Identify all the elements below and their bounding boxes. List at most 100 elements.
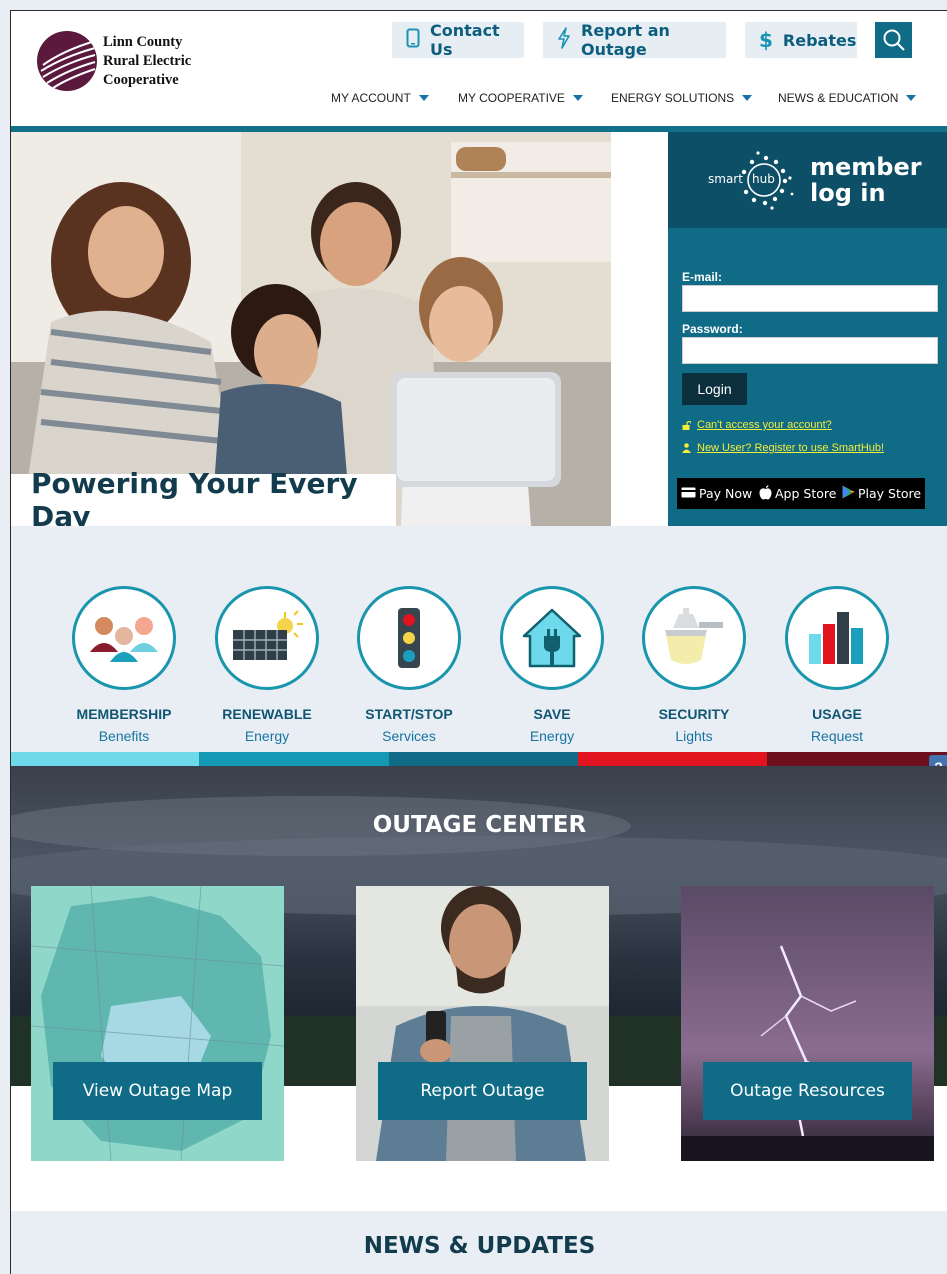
service-security[interactable]: SECURITY Lights <box>624 586 764 744</box>
caret-down-icon <box>418 95 429 101</box>
report-outage-card-button[interactable]: Report Outage <box>378 1062 587 1120</box>
service-title: SAVE <box>533 706 571 722</box>
service-subtitle: Energy <box>244 728 290 744</box>
app-store-label: App Store <box>775 486 837 501</box>
rebates-button[interactable]: $ Rebates <box>745 22 857 58</box>
people-icon <box>72 586 176 690</box>
nav-label: ENERGY SOLUTIONS <box>611 91 735 105</box>
color-stripe <box>11 752 947 766</box>
credit-card-icon <box>681 486 696 501</box>
outage-resources-card[interactable]: Outage Resources <box>681 886 934 1161</box>
report-outage-button[interactable]: Report an Outage <box>543 21 726 59</box>
cooperative-logo[interactable]: Linn County Rural Electric Cooperative <box>37 31 191 91</box>
smart-text: smart <box>708 172 743 186</box>
nav-label: MY COOPERATIVE <box>458 91 565 105</box>
service-usage[interactable]: USAGE Request <box>767 586 907 744</box>
service-start-stop[interactable]: START/STOP Services <box>339 586 479 744</box>
news-section: NEWS & UPDATES <box>11 1211 947 1274</box>
logo-mark-icon <box>37 31 97 91</box>
stripe-segment <box>578 752 767 766</box>
play-store-label: Play Store <box>858 486 922 501</box>
stripe-segment <box>389 752 578 766</box>
login-button[interactable]: Login <box>682 373 747 405</box>
bar-chart-icon <box>785 586 889 690</box>
hero-tagline: Powering Your Every Day <box>11 467 396 526</box>
password-label: Password: <box>682 322 743 336</box>
outage-map-card[interactable]: View Outage Map <box>31 886 284 1161</box>
services-section: MEMBERSHIP Benefits RENEWABLE Energy STA… <box>11 526 947 752</box>
view-outage-map-button[interactable]: View Outage Map <box>53 1062 262 1120</box>
service-subtitle: Services <box>382 728 436 744</box>
hero-image: Powering Your Every Day <box>11 132 611 526</box>
service-subtitle: Request <box>810 728 864 744</box>
logo-line-1: Linn County <box>103 33 183 50</box>
nav-my-account[interactable]: MY ACCOUNT <box>331 91 429 105</box>
news-title: NEWS & UPDATES <box>363 1233 596 1259</box>
register-label: New User? Register to use SmartHub! <box>697 442 885 454</box>
service-renewable[interactable]: RENEWABLE Energy <box>197 586 337 744</box>
service-title: USAGE <box>812 706 862 722</box>
caret-down-icon <box>572 95 583 101</box>
caret-down-icon <box>906 95 917 101</box>
logo-text: Linn County Rural Electric Cooperative <box>103 33 191 90</box>
user-icon <box>682 443 691 453</box>
email-label: E-mail: <box>682 270 723 284</box>
unlock-icon <box>682 420 691 430</box>
member-login-title: member log in <box>810 154 922 206</box>
login-header: smart hub member log in <box>668 132 947 228</box>
traffic-light-icon <box>357 586 461 690</box>
member-title-line-2: log in <box>810 179 886 207</box>
stripe-segment <box>11 752 199 766</box>
caret-down-icon <box>742 95 753 101</box>
stripe-segment <box>199 752 389 766</box>
app-store-button[interactable]: App Store <box>755 478 841 509</box>
lightning-icon <box>557 26 571 54</box>
phone-icon <box>406 28 420 53</box>
security-light-icon <box>642 586 746 690</box>
cant-access-label: Can't access your account? <box>697 419 832 431</box>
service-subtitle: Lights <box>675 728 713 744</box>
logo-line-3: Cooperative <box>103 71 179 88</box>
smarthub-logo: smart hub <box>708 150 796 210</box>
house-plug-icon <box>500 586 604 690</box>
member-title-line-1: member <box>810 153 922 181</box>
play-store-button[interactable]: Play Store <box>838 478 926 509</box>
contact-us-label: Contact Us <box>430 21 500 59</box>
page: Linn County Rural Electric Cooperative C… <box>10 10 947 1274</box>
nav-news-education[interactable]: NEWS & EDUCATION <box>778 91 917 105</box>
service-title: START/STOP <box>365 706 453 722</box>
register-link[interactable]: New User? Register to use SmartHub! <box>682 442 884 454</box>
service-title: MEMBERSHIP <box>76 706 172 722</box>
solar-panel-icon <box>215 586 319 690</box>
dollar-icon: $ <box>759 28 773 52</box>
report-outage-label: Report an Outage <box>581 21 670 59</box>
search-button[interactable] <box>875 22 912 58</box>
nav-label: NEWS & EDUCATION <box>778 91 899 105</box>
nav-energy-solutions[interactable]: ENERGY SOLUTIONS <box>611 91 753 105</box>
site-header: Linn County Rural Electric Cooperative C… <box>11 11 947 126</box>
service-subtitle: Energy <box>529 728 575 744</box>
nav-label: MY ACCOUNT <box>331 91 411 105</box>
report-outage-card[interactable]: Report Outage <box>356 886 609 1161</box>
nav-my-cooperative[interactable]: MY COOPERATIVE <box>458 91 583 105</box>
pay-now-label: Pay Now <box>699 486 753 501</box>
rebates-label: Rebates <box>782 30 857 50</box>
service-title: RENEWABLE <box>222 706 312 722</box>
cant-access-link[interactable]: Can't access your account? <box>682 419 832 431</box>
outage-center-title: OUTAGE CENTER <box>372 812 587 838</box>
google-play-icon <box>842 485 855 502</box>
member-login-panel: smart hub member log in E-mail: Password… <box>668 132 947 526</box>
password-field[interactable] <box>682 337 938 364</box>
service-membership[interactable]: MEMBERSHIP Benefits <box>54 586 194 744</box>
search-icon <box>883 29 905 51</box>
contact-us-button[interactable]: Contact Us <box>392 21 524 59</box>
pay-now-button[interactable]: Pay Now <box>677 478 757 509</box>
hub-text: hub <box>752 172 775 186</box>
service-save[interactable]: SAVE Energy <box>482 586 622 744</box>
email-field[interactable] <box>682 285 938 312</box>
service-subtitle: Benefits <box>98 728 150 744</box>
outage-resources-button[interactable]: Outage Resources <box>703 1062 912 1120</box>
logo-line-2: Rural Electric <box>103 52 192 69</box>
apple-icon <box>759 484 772 503</box>
stripe-segment <box>767 752 947 766</box>
